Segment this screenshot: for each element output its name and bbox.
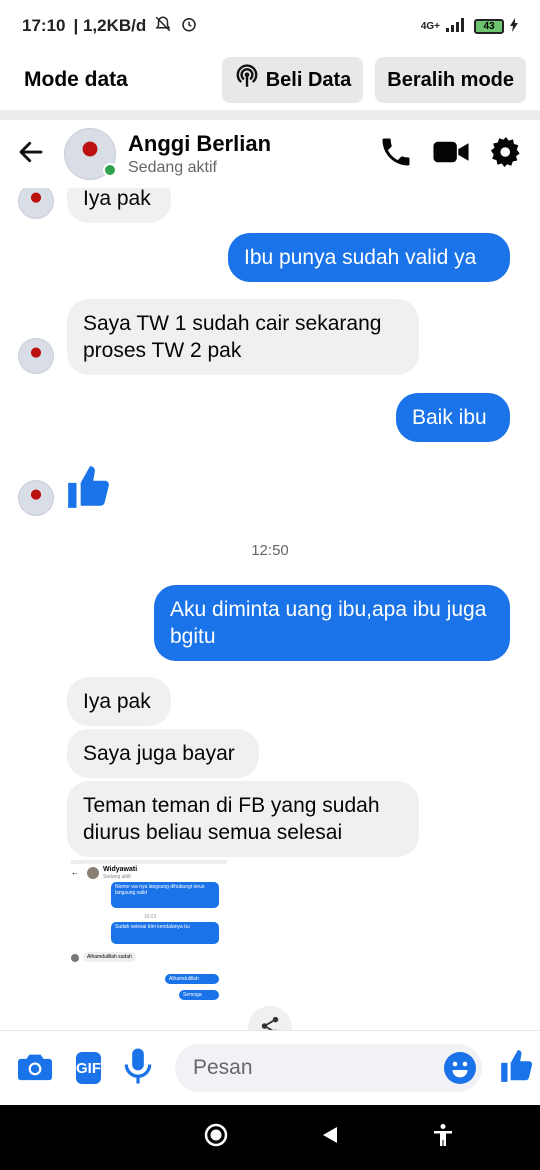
message-incoming[interactable]: Iya pak bbox=[67, 188, 171, 223]
thumbs-up-send-icon[interactable] bbox=[498, 1047, 536, 1090]
message-incoming[interactable]: Teman teman di FB yang sudah diurus beli… bbox=[67, 781, 419, 857]
back-button-icon[interactable] bbox=[321, 1125, 339, 1150]
gif-button[interactable]: GIF bbox=[76, 1052, 101, 1084]
message-outgoing[interactable]: Ibu punya sudah valid ya bbox=[228, 233, 510, 282]
switch-mode-label: Beralih mode bbox=[387, 68, 514, 91]
message-outgoing[interactable]: Baik ibu bbox=[396, 393, 510, 442]
mini-time: 16:03 bbox=[143, 914, 157, 920]
mini-avatar bbox=[87, 867, 99, 879]
battery-icon: 43 bbox=[474, 18, 504, 34]
alarm-icon bbox=[180, 15, 198, 38]
network-speed-value: 1,2KB/d bbox=[82, 16, 147, 35]
mini-avatar bbox=[71, 954, 79, 962]
charging-icon bbox=[510, 17, 518, 35]
message-input[interactable] bbox=[175, 1044, 482, 1092]
clock: 17:10 bbox=[22, 16, 66, 35]
video-call-icon[interactable] bbox=[432, 134, 470, 175]
emoji-icon[interactable] bbox=[444, 1052, 476, 1084]
mini-contact-name: Widyawati bbox=[103, 866, 138, 873]
mini-bubble-outgoing: Sudah selesai blm kendalanya bu bbox=[111, 922, 219, 944]
mini-back-arrow-icon: ← bbox=[71, 868, 79, 877]
microphone-icon[interactable] bbox=[123, 1047, 153, 1090]
status-bar: 17:10 | 1,2KB/d 4G+ 43 bbox=[0, 0, 540, 52]
online-indicator bbox=[103, 163, 117, 177]
sender-avatar bbox=[18, 188, 54, 219]
time-separator: 12:50 bbox=[251, 542, 289, 559]
mini-contact-status: Sedang aktif bbox=[103, 874, 131, 880]
sender-avatar bbox=[18, 480, 54, 516]
contact-status: Sedang aktif bbox=[128, 159, 217, 176]
signal-icon bbox=[446, 17, 468, 35]
mini-bubble-incoming: Alhamdulillah sudah bbox=[83, 952, 136, 962]
buy-data-label: Beli Data bbox=[265, 68, 352, 91]
mini-bubble-outgoing: Nomor wa nya langsung dihubungi terus la… bbox=[111, 882, 219, 908]
sender-avatar bbox=[18, 338, 54, 374]
mini-bubble-outgoing: Semoga bbox=[179, 990, 219, 1000]
data-mode-bar: Mode data Beli Data Beralih mode bbox=[0, 52, 540, 108]
message-outgoing[interactable]: Aku diminta uang ibu,apa ibu juga bgitu bbox=[154, 585, 510, 661]
data-mode-title: Mode data bbox=[24, 68, 128, 91]
camera-icon[interactable] bbox=[16, 1049, 54, 1088]
phone-call-icon[interactable] bbox=[378, 134, 414, 175]
settings-gear-icon[interactable] bbox=[488, 134, 524, 175]
screenshot-attachment[interactable]: ← Widyawati Sedang aktif Nomor wa nya la… bbox=[67, 858, 233, 1030]
message-incoming[interactable]: Iya pak bbox=[67, 677, 171, 726]
buy-data-button[interactable]: Beli Data bbox=[221, 57, 364, 103]
section-divider bbox=[0, 110, 540, 120]
mini-status-bar bbox=[71, 860, 227, 864]
message-composer: GIF bbox=[0, 1030, 540, 1105]
back-arrow-icon[interactable] bbox=[16, 137, 46, 172]
contact-name: Anggi Berlian bbox=[128, 131, 272, 156]
thumbs-up-icon[interactable] bbox=[64, 462, 114, 517]
network-speed: | 1,2KB/d bbox=[73, 16, 147, 35]
contact-info[interactable]: Anggi Berlian Sedang aktif bbox=[128, 131, 271, 177]
share-button[interactable] bbox=[248, 1006, 292, 1030]
switch-mode-button[interactable]: Beralih mode bbox=[375, 57, 526, 103]
mini-bubble-outgoing: Alhamdulillah bbox=[165, 974, 219, 984]
system-navigation-bar bbox=[0, 1105, 540, 1170]
home-button-icon[interactable] bbox=[203, 1122, 229, 1153]
message-incoming[interactable]: Saya TW 1 sudah cair sekarang proses TW … bbox=[67, 299, 419, 375]
chat-header: Anggi Berlian Sedang aktif bbox=[0, 120, 540, 188]
broadcast-icon bbox=[234, 64, 260, 96]
contact-avatar[interactable] bbox=[64, 128, 117, 180]
accessibility-icon[interactable] bbox=[432, 1123, 454, 1152]
mute-icon bbox=[154, 15, 172, 38]
message-list[interactable]: Iya pak Ibu punya sudah valid ya Saya TW… bbox=[0, 188, 540, 1030]
share-icon bbox=[259, 1015, 281, 1030]
message-incoming[interactable]: Saya juga bayar bbox=[67, 729, 259, 778]
network-type: 4G+ bbox=[420, 20, 440, 32]
